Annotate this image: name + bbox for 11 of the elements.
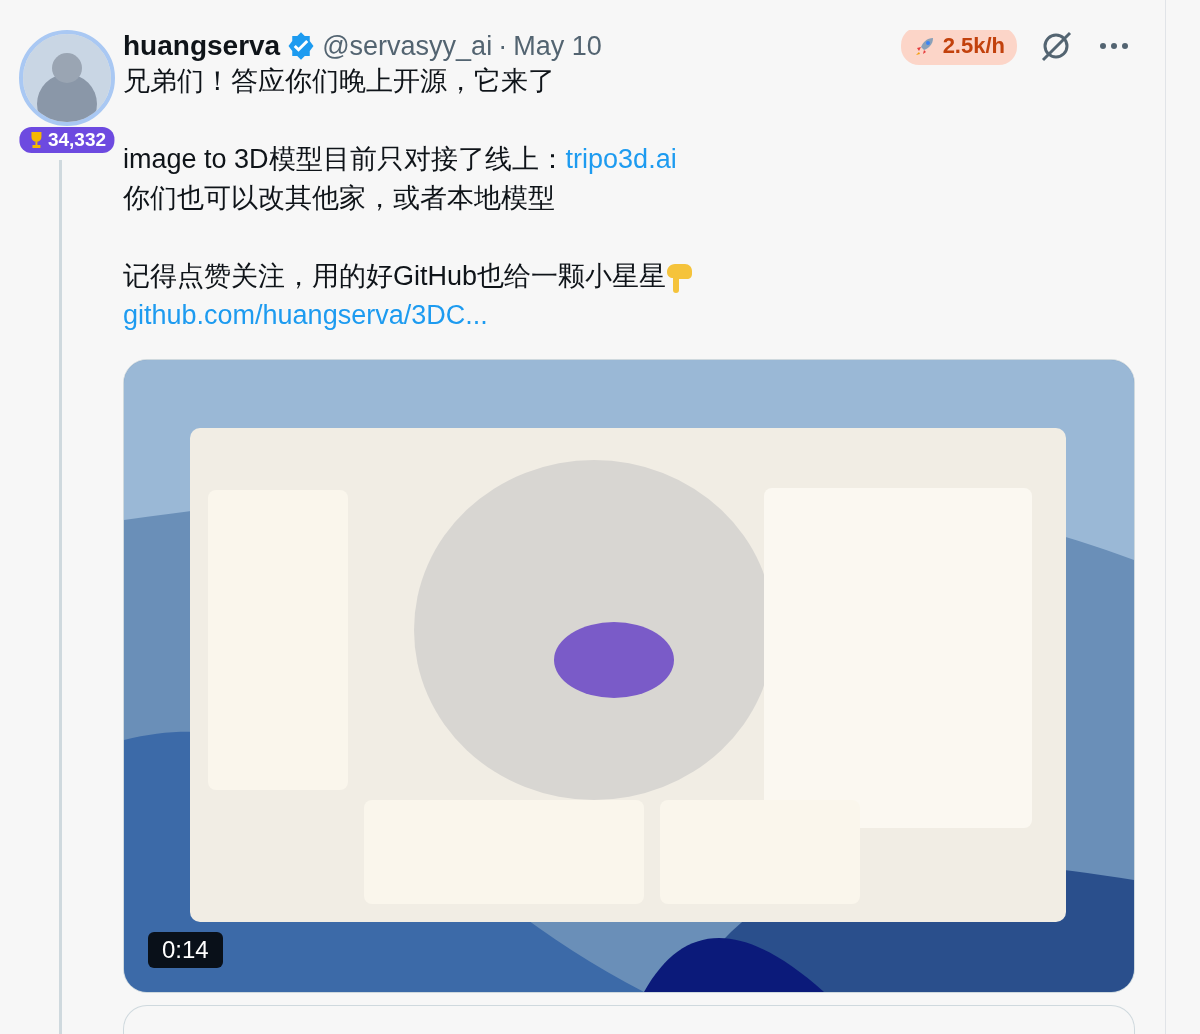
post-text: 记得点赞关注，用的好GitHub也给一颗小星星: [123, 260, 667, 293]
author-handle[interactable]: @servasyy_ai: [322, 30, 493, 62]
post-text: 你们也可以改其他家，或者本地模型: [123, 182, 555, 215]
score-badge: 34,332: [18, 127, 115, 153]
video-duration: 0:14: [148, 932, 223, 968]
post-text: image to 3D模型目前只对接了线上：: [123, 143, 566, 176]
separator: ·: [498, 30, 508, 62]
post-date[interactable]: May 10: [513, 30, 602, 62]
post-text: 兄弟们！答应你们晚上开源，它来了: [123, 65, 555, 98]
author-name[interactable]: huangserva: [123, 30, 281, 62]
rate-badge: 2.5k/h: [900, 30, 1017, 65]
